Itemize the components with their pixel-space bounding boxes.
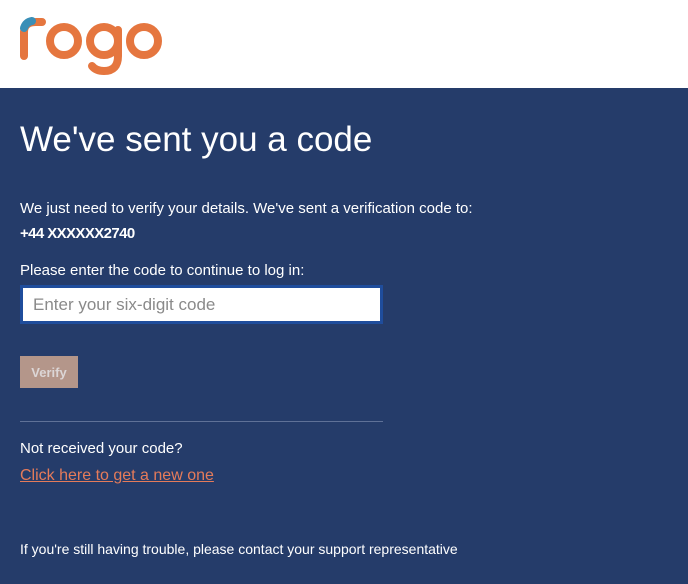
code-prompt: Please enter the code to continue to log…	[20, 262, 305, 279]
verification-panel: We've sent you a code We just need to ve…	[0, 88, 688, 584]
divider	[20, 421, 383, 422]
login-verification-page: We've sent you a code We just need to ve…	[0, 0, 688, 584]
rogo-logo-mark	[20, 17, 162, 76]
verify-button[interactable]: Verify	[20, 356, 78, 388]
resend-question: Not received your code?	[20, 440, 183, 457]
verification-code-input[interactable]	[20, 285, 383, 324]
support-text: If you're still having trouble, please c…	[20, 541, 458, 557]
resend-code-link[interactable]: Click here to get a new one	[20, 466, 214, 486]
masked-phone-number: +44 XXXXXX2740	[20, 225, 135, 242]
intro-text: We just need to verify your details. We'…	[20, 200, 473, 217]
rogo-logo	[18, 8, 168, 78]
header	[0, 0, 688, 88]
page-title: We've sent you a code	[20, 120, 373, 159]
